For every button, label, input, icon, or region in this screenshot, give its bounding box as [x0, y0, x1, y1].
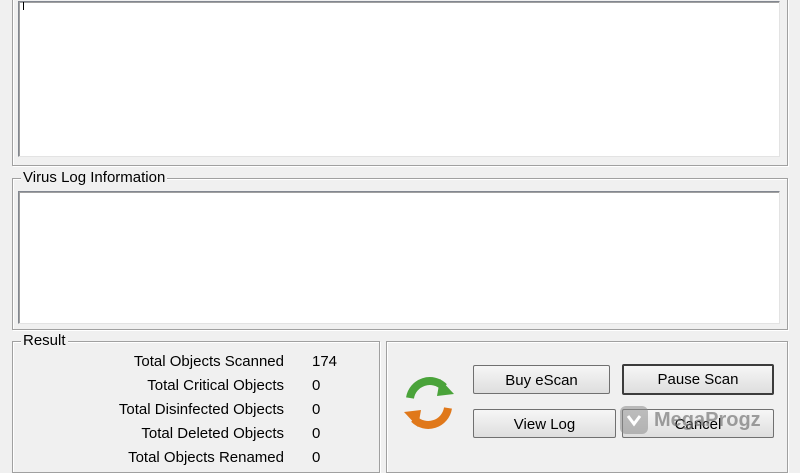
result-value: 0 — [312, 401, 321, 418]
megaprogz-logo-icon — [620, 406, 648, 434]
view-log-button[interactable]: View Log — [473, 409, 616, 438]
result-label: Total Disinfected Objects — [118, 401, 284, 418]
refresh-arrows-icon — [404, 377, 454, 429]
result-row-renamed-objects: Total Objects Renamed 0 — [13, 447, 379, 469]
virus-log-legend: Virus Log Information — [21, 169, 168, 187]
watermark-text: MegaProgz — [654, 408, 761, 431]
scan-activity-group — [12, 0, 788, 166]
virus-log-group: Virus Log Information — [12, 169, 788, 330]
text-caret — [23, 2, 24, 10]
result-row-deleted-objects: Total Deleted Objects 0 — [13, 423, 379, 445]
virus-log-textbox[interactable] — [18, 191, 780, 324]
result-value: 0 — [312, 377, 321, 394]
buy-escan-button[interactable]: Buy eScan — [473, 365, 610, 394]
megaprogz-watermark: MegaProgz — [620, 401, 761, 439]
result-value: 174 — [312, 353, 338, 370]
result-legend: Result — [21, 332, 68, 350]
result-label: Total Critical Objects — [147, 377, 284, 394]
result-group: Result Total Objects Scanned 174 Total C… — [12, 332, 380, 473]
result-row-objects-scanned: Total Objects Scanned 174 — [13, 351, 379, 373]
result-row-critical-objects: Total Critical Objects 0 — [13, 375, 379, 397]
result-value: 0 — [312, 449, 321, 466]
result-value: 0 — [312, 425, 321, 442]
scan-activity-textbox[interactable] — [18, 1, 780, 157]
result-label: Total Objects Scanned — [133, 353, 284, 370]
pause-scan-button[interactable]: Pause Scan — [622, 364, 774, 395]
result-label: Total Objects Renamed — [128, 449, 284, 466]
result-row-disinfected-objects: Total Disinfected Objects 0 — [13, 399, 379, 421]
result-label: Total Deleted Objects — [141, 425, 284, 442]
